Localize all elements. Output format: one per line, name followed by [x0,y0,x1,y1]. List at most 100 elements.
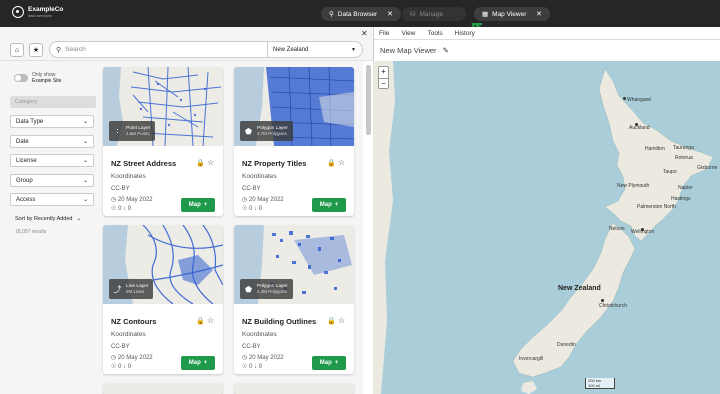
menu-history[interactable]: History [455,30,475,37]
dataset-card[interactable]: ⬟ Polygon Layer 2.7M Polygons NZ Property… [234,67,354,216]
dataset-card[interactable]: ⬟ Polygon Layer 4.4M Polygons NZ Building… [234,225,354,374]
lock-icon: 🔒 [196,160,205,167]
results-count: 18,057 results [15,229,47,235]
dataset-card[interactable] [234,383,354,394]
city-label: Christchurch [599,303,628,309]
menu-tools[interactable]: Tools [427,30,442,37]
card-date: ◷ 20 May 2022 [111,354,153,361]
card-title[interactable]: NZ Property Titles [242,159,306,168]
map-button[interactable]: Map + [312,356,346,370]
downloads-count: 0 [258,364,263,370]
city-label: Taupo [663,169,677,175]
plus-icon: + [203,202,208,208]
filter-sidebar [0,61,103,394]
chevron-down-icon: ⌄ [76,216,82,222]
new-zealand-map [373,61,720,394]
chevron-down-icon: ▼ [351,46,356,53]
group-select[interactable]: Group ⌄ [10,174,94,187]
toggle-label-line2: Example Site [32,78,62,84]
toggle-label: Only show Example Site [32,72,72,84]
star-icon[interactable]: ☆ [207,158,214,167]
city-label: Nelson [609,226,625,232]
dataset-card[interactable]: ⤴ Line Layer 2M Lines NZ Contours 🔒 ☆ Koo… [103,225,223,374]
access-select[interactable]: Access ⌄ [10,193,94,206]
city-label: Hastings [671,196,691,202]
zoom-out-button[interactable]: − [379,78,388,89]
close-icon[interactable]: ✕ [536,10,542,18]
date-value: 20 May 2022 [117,355,153,361]
card-publisher[interactable]: Koordinates [242,173,277,180]
select-label: Access [16,196,36,203]
dataset-card[interactable] [103,383,223,394]
category-select[interactable]: Category [10,96,96,108]
map-button-label: Map [319,360,332,366]
dataset-card[interactable]: ∶ Point Layer 2.5M Points NZ Street Addre… [103,67,223,216]
views-count: 0 [118,364,122,370]
clock-icon: ◷ [111,197,117,203]
license-select[interactable]: License ⌄ [10,154,94,167]
card-title[interactable]: NZ Building Outlines [242,317,316,326]
search-placeholder: Search [65,46,86,53]
map-button[interactable]: Map + [181,198,215,212]
card-publisher[interactable]: Koordinates [242,331,277,338]
favorites-button[interactable]: ★ [29,43,43,57]
polygon-layer-icon: ⬟ [245,284,252,294]
star-icon[interactable]: ☆ [338,158,345,167]
menu-view[interactable]: View [401,30,415,37]
chevron-down-icon: ⌄ [82,178,88,184]
app-logo[interactable]: ExampleCo data services [12,6,63,18]
lock-icon: 🔒 [327,318,336,325]
pencil-icon[interactable]: ✎ [443,46,449,55]
home-button[interactable]: ⌂ [10,43,24,57]
layer-size: 2M Lines [126,289,145,295]
star-icon[interactable]: ☆ [207,316,214,325]
dataset-thumbnail: ⤴ Line Layer 2M Lines [103,225,223,304]
tab-label: Manage [419,10,443,18]
point-layer-icon: ∶ [116,126,119,136]
date-select[interactable]: Date ⌄ [10,135,94,148]
layer-size: 2.7M Polygons [257,131,287,137]
dataset-thumbnail [103,383,223,394]
search-input[interactable]: ⚲ Search New Zealand ▼ [49,41,363,58]
sort-select[interactable]: Sort by Recently Added ⌄ [15,216,81,222]
download-icon: ↓ [123,364,127,370]
map-canvas[interactable]: Whangarei Auckland Hamilton Tauranga Rot… [373,61,720,394]
card-publisher[interactable]: Koordinates [111,331,146,338]
results-scrollbar[interactable] [366,65,371,135]
dataset-thumbnail: ∶ Point Layer 2.5M Points [103,67,223,146]
data-type-select[interactable]: Data Type ⌄ [10,115,94,128]
eye-icon: ☉ [242,364,248,370]
city-label: Wellington [631,229,655,235]
star-icon[interactable]: ☆ [338,316,345,325]
tab-map-viewer[interactable]: ▦ Map Viewer ✕ [474,7,550,21]
select-label: Data Type [16,118,44,125]
location-select[interactable]: New Zealand ▼ [267,42,362,57]
tab-manage[interactable]: ⛁ Manage [402,7,466,21]
map-button[interactable]: Map + [181,356,215,370]
tab-data-browser[interactable]: ⚲ Data Browser ✕ [321,7,401,21]
views-count: 0 [249,364,253,370]
close-icon[interactable]: ✕ [387,10,393,18]
card-title[interactable]: NZ Contours [111,317,156,326]
card-license: CC-BY [111,186,130,192]
eye-icon: ☉ [111,364,117,370]
eye-icon: ☉ [242,206,248,212]
city-marker [623,97,626,100]
map-scale-bar: 200 km 100 mi [585,378,615,389]
plus-icon: + [203,360,208,366]
map-button-label: Map [319,202,332,208]
menu-file[interactable]: File [379,30,389,37]
card-title[interactable]: NZ Street Address [111,159,176,168]
downloads-count: 0 [258,206,263,212]
date-value: 20 May 2022 [248,355,284,361]
only-show-toggle[interactable] [14,74,28,82]
close-panel-icon[interactable]: ✕ [361,29,368,38]
zoom-in-button[interactable]: + [379,67,388,78]
map-button-label: Map [188,360,201,366]
map-icon: ▦ [482,11,489,18]
card-stats: ☉ 0 ↓ 0 [242,205,262,212]
card-publisher[interactable]: Koordinates [111,173,146,180]
dataset-thumbnail [234,383,354,394]
search-icon: ⚲ [329,11,334,18]
map-button[interactable]: Map + [312,198,346,212]
